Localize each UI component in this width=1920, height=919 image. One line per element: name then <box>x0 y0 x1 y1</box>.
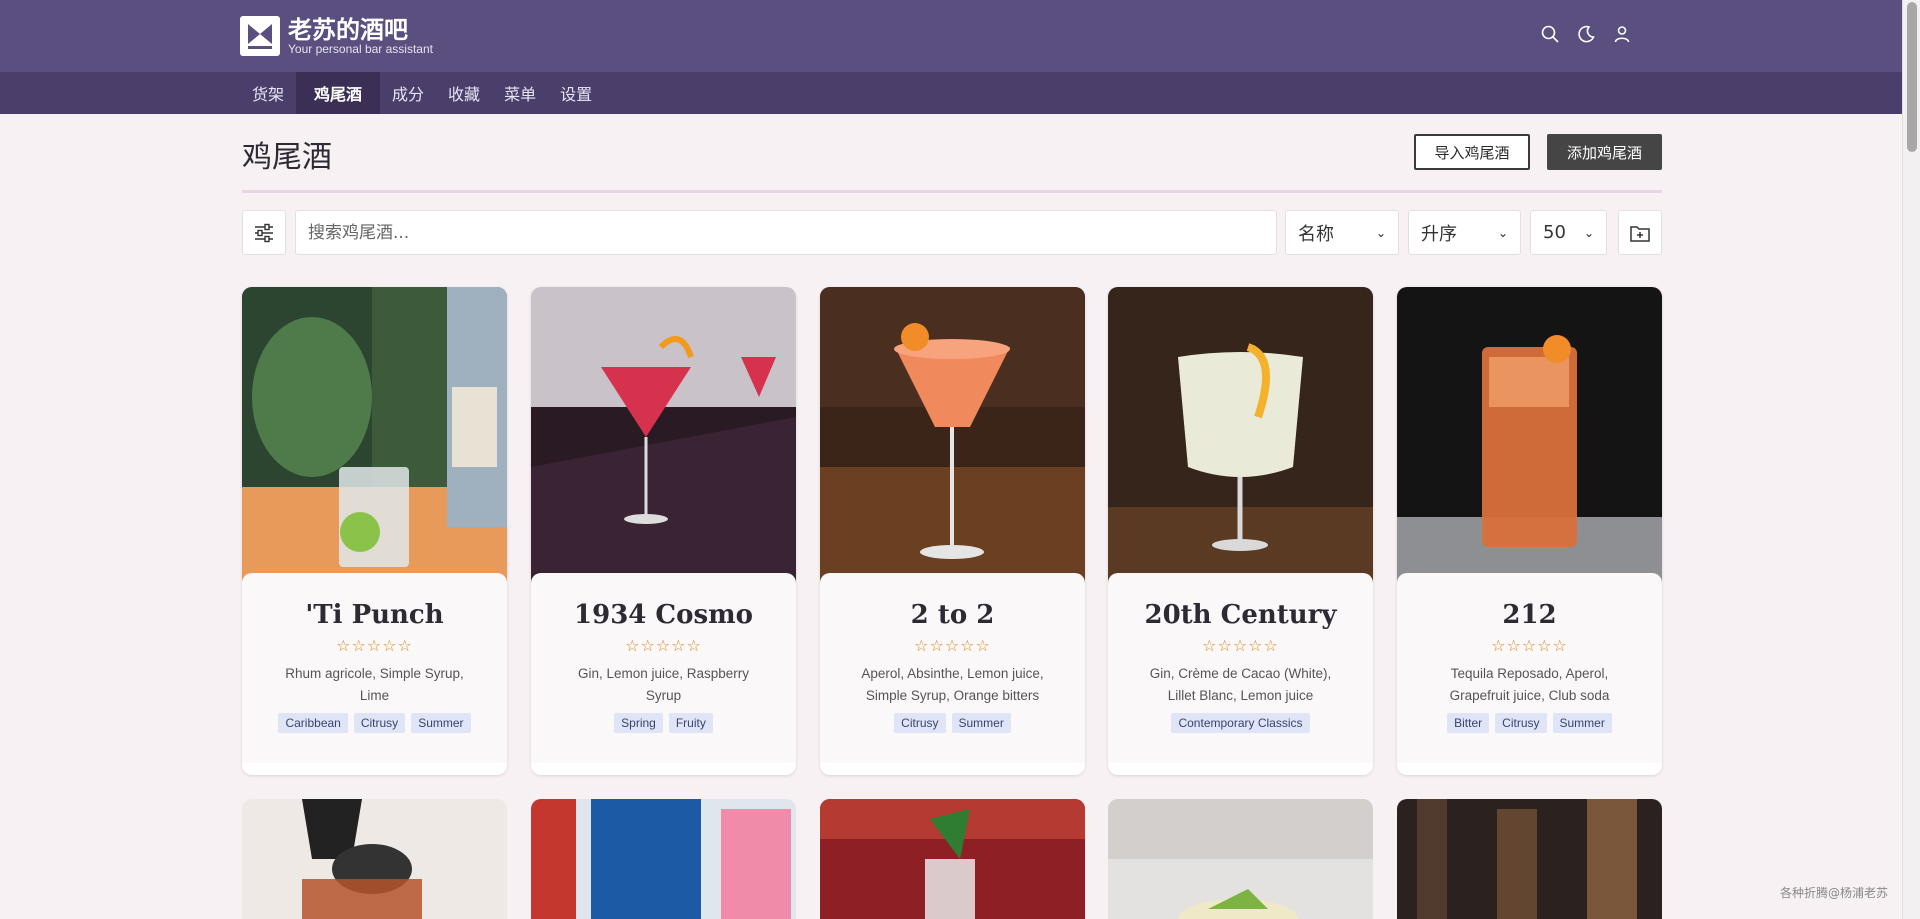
page-title: 鸡尾酒 <box>242 140 332 175</box>
cocktail-image <box>1397 287 1662 585</box>
divider <box>242 190 1662 193</box>
tag-badge[interactable]: Summer <box>951 713 1011 733</box>
cocktail-card[interactable]: 212 ☆☆☆☆☆ Tequila Reposado, Aperol, Grap… <box>1397 287 1662 775</box>
app-header: 老苏的酒吧 Your personal bar assistant <box>0 0 1902 72</box>
add-collection-button[interactable] <box>1618 210 1662 255</box>
sort-field-select[interactable]: 名称 ⌄ <box>1285 210 1399 255</box>
rating-stars: ☆☆☆☆☆ <box>1491 636 1568 655</box>
cocktail-image <box>242 799 507 919</box>
cocktail-name: 212 <box>1502 600 1557 630</box>
cocktail-image <box>242 287 507 585</box>
rating-stars: ☆☆☆☆☆ <box>1202 636 1279 655</box>
sort-order-select[interactable]: 升序 ⌄ <box>1408 210 1521 255</box>
tag-badge[interactable]: Citrusy <box>1495 713 1547 733</box>
cocktail-card[interactable] <box>531 799 796 919</box>
cocktail-image <box>1108 287 1373 585</box>
cocktail-card[interactable]: 2 to 2 ☆☆☆☆☆ Aperol, Absinthe, Lemon jui… <box>820 287 1085 775</box>
tag-badge[interactable]: Spring <box>614 713 663 733</box>
sliders-icon <box>255 223 273 242</box>
app-subtitle: Your personal bar assistant <box>288 41 433 56</box>
cocktail-card[interactable] <box>1397 799 1662 919</box>
nav-item-settings[interactable]: 设置 <box>548 72 604 114</box>
cocktail-ingredients: Aperol, Absinthe, Lemon juice, Simple Sy… <box>861 666 1044 703</box>
cocktail-image <box>1108 799 1373 919</box>
folder-plus-icon <box>1630 225 1650 242</box>
nav-item-ingredients[interactable]: 成分 <box>380 72 436 114</box>
tag-badge[interactable]: Bitter <box>1447 713 1490 733</box>
cocktail-image <box>531 799 796 919</box>
cocktail-card[interactable]: 1934 Cosmo ☆☆☆☆☆ Gin, Lemon juice, Raspb… <box>531 287 796 775</box>
cocktail-card[interactable]: 20th Century ☆☆☆☆☆ Gin, Crème de Cacao (… <box>1108 287 1373 775</box>
cocktail-ingredients: Gin, Lemon juice, Raspberry Syrup <box>577 666 750 703</box>
rating-stars: ☆☆☆☆☆ <box>625 636 702 655</box>
cocktail-name: 2 to 2 <box>910 600 995 630</box>
search-input[interactable] <box>295 210 1277 255</box>
rating-stars: ☆☆☆☆☆ <box>914 636 991 655</box>
cocktail-name: 20th Century <box>1144 600 1337 630</box>
page-size-select[interactable]: 50 ⌄ <box>1530 210 1607 255</box>
add-cocktail-button[interactable]: 添加鸡尾酒 <box>1547 134 1662 170</box>
tag-badge[interactable]: Citrusy <box>894 713 946 733</box>
tag-badge[interactable]: Summer <box>1552 713 1612 733</box>
main-nav: 货架 鸡尾酒 成分 收藏 菜单 设置 <box>0 72 1902 114</box>
cocktail-card[interactable] <box>820 799 1085 919</box>
nav-item-favorites[interactable]: 收藏 <box>436 72 492 114</box>
cocktail-image <box>1397 799 1662 919</box>
chevron-down-icon: ⌄ <box>1497 225 1508 240</box>
sort-order-value: 升序 <box>1421 223 1457 245</box>
moon-icon[interactable] <box>1576 24 1596 44</box>
chevron-down-icon: ⌄ <box>1583 225 1594 240</box>
page-scrollbar[interactable] <box>1902 0 1920 919</box>
brand[interactable]: 老苏的酒吧 Your personal bar assistant <box>240 16 433 56</box>
scrollbar-thumb[interactable] <box>1907 2 1917 152</box>
page-size-value: 50 <box>1543 222 1566 243</box>
cocktail-card[interactable] <box>1108 799 1373 919</box>
filter-toggle-button[interactable] <box>242 210 286 255</box>
tag-badge[interactable]: Contemporary Classics <box>1171 713 1310 733</box>
user-icon[interactable] <box>1612 24 1632 44</box>
nav-item-shelf[interactable]: 货架 <box>240 72 296 114</box>
chevron-down-icon: ⌄ <box>1375 225 1386 240</box>
rating-stars: ☆☆☆☆☆ <box>336 636 413 655</box>
tag-badge[interactable]: Caribbean <box>278 713 348 733</box>
nav-item-cocktails[interactable]: 鸡尾酒 <box>296 72 381 114</box>
tag-badge[interactable]: Fruity <box>668 713 713 733</box>
watermark: 各种折腾@杨浦老苏 <box>1780 886 1889 900</box>
logo-icon <box>240 16 280 56</box>
app-title: 老苏的酒吧 <box>288 15 408 44</box>
cocktail-name: 1934 Cosmo <box>574 600 753 630</box>
cocktail-image <box>820 287 1085 585</box>
cocktail-image <box>820 799 1085 919</box>
cocktail-card[interactable] <box>242 799 507 919</box>
search-icon[interactable] <box>1540 24 1560 44</box>
cocktail-ingredients: Gin, Crème de Cacao (White), Lillet Blan… <box>1149 666 1332 703</box>
cocktail-card[interactable]: 'Ti Punch ☆☆☆☆☆ Rhum agricole, Simple Sy… <box>242 287 507 775</box>
cocktail-image <box>531 287 796 585</box>
cocktail-ingredients: Tequila Reposado, Aperol, Grapefruit jui… <box>1449 666 1610 703</box>
tag-badge[interactable]: Citrusy <box>353 713 406 733</box>
sort-field-value: 名称 <box>1298 223 1334 245</box>
nav-item-menu[interactable]: 菜单 <box>492 72 548 114</box>
cocktail-ingredients: Rhum agricole, Simple Syrup, Lime <box>285 666 464 703</box>
import-cocktail-button[interactable]: 导入鸡尾酒 <box>1414 134 1530 170</box>
tag-badge[interactable]: Summer <box>411 713 471 733</box>
cocktail-name: 'Ti Punch <box>305 600 444 630</box>
